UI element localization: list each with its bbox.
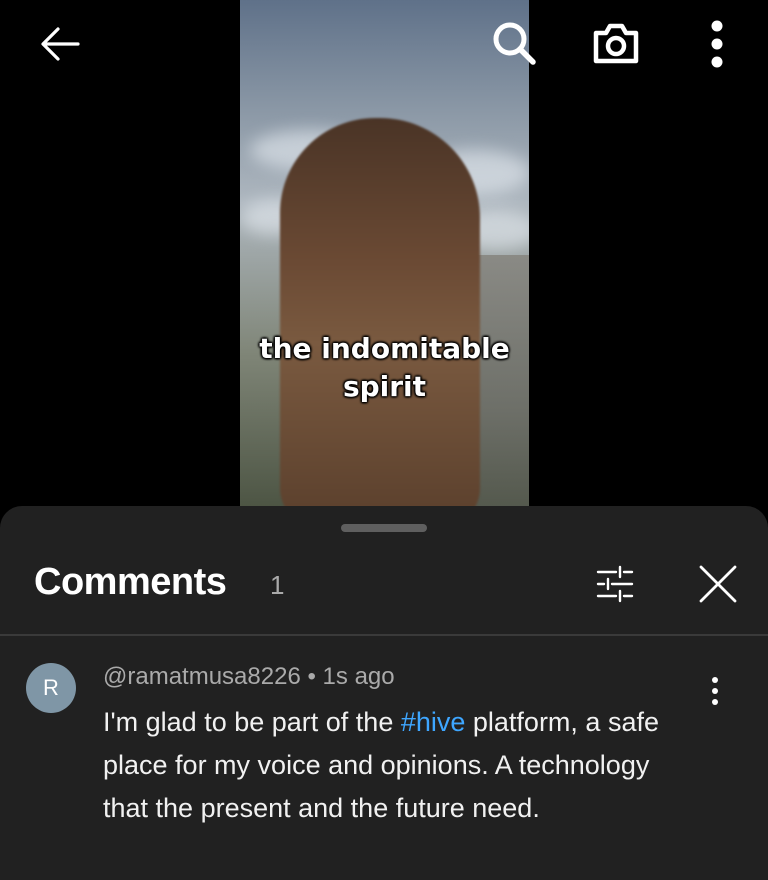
avatar[interactable]: R [26,663,76,713]
more-vertical-icon [712,677,718,705]
filter-button[interactable] [592,562,638,606]
video-caption-line-1: the indomitable [259,332,510,365]
close-comments-button[interactable] [694,560,742,608]
comments-count: 1 [270,570,285,600]
header-divider [0,634,768,636]
close-icon [699,565,737,603]
camera-icon [593,23,639,64]
meta-separator: • [300,663,323,690]
more-vertical-icon [711,20,723,68]
comment-meta: @ramatmusa8226 • 1s ago [103,663,395,691]
video-person-hair [280,118,480,506]
drag-handle[interactable] [341,524,427,532]
hashtag-link[interactable]: #hive [401,707,466,737]
avatar-letter: R [43,675,59,700]
comments-sheet: Comments 1 R @ramatmusa8226 • 1s ago I'm… [0,506,768,880]
video-caption-line-2: spirit [342,370,427,403]
sliders-icon [596,565,634,603]
comment-author[interactable]: @ramatmusa8226 [103,663,301,690]
search-button[interactable] [489,18,539,68]
back-button[interactable] [36,22,84,66]
arrow-left-icon [41,27,80,61]
video-caption: the indomitable spirit [240,330,529,406]
search-icon [493,22,536,65]
comment-text: I'm glad to be part of the #hive platfor… [103,701,693,830]
comment-time: 1s ago [322,663,395,690]
comment-more-button[interactable] [700,671,730,711]
comment-text-before: I'm glad to be part of the [103,707,401,737]
video-frame[interactable]: the indomitable spirit [240,0,529,506]
more-options-button[interactable] [700,18,734,70]
video-player[interactable]: the indomitable spirit [0,0,768,506]
camera-button[interactable] [589,18,643,68]
comments-title: Comments [34,561,227,603]
